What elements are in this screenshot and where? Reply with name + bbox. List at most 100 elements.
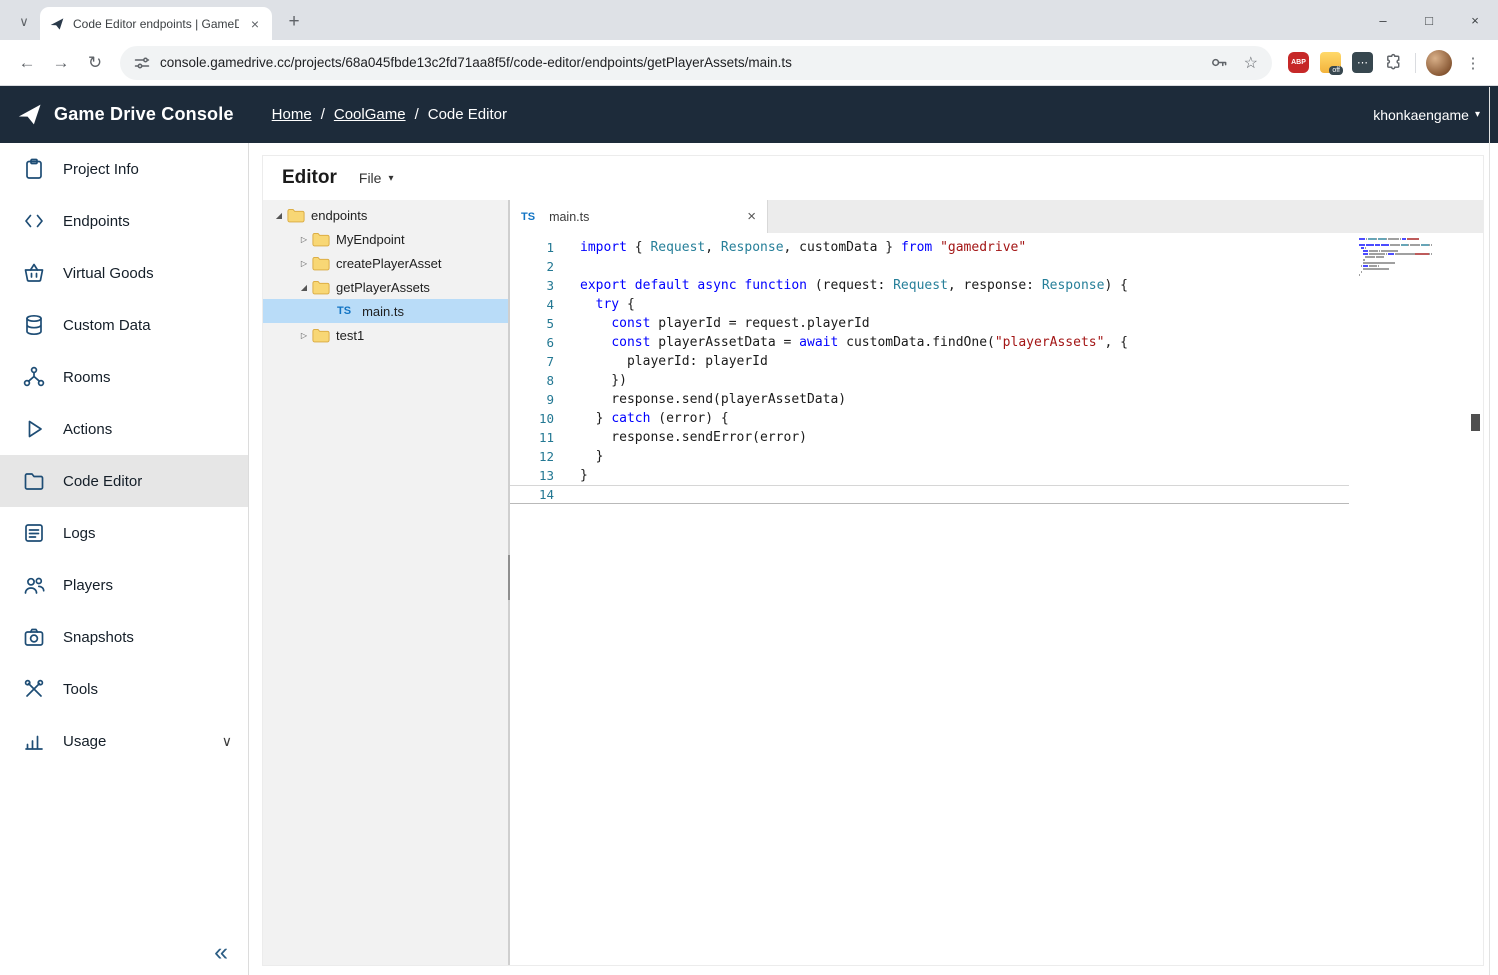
brand[interactable]: Game Drive Console bbox=[16, 101, 234, 128]
basket-icon bbox=[22, 261, 46, 285]
sidebar-item-label: Logs bbox=[63, 525, 96, 542]
tree-item-main-ts[interactable]: TSmain.ts bbox=[263, 299, 508, 323]
tree-item-endpoints[interactable]: ◢ endpoints bbox=[263, 203, 508, 227]
code-line-4[interactable]: 4 try { bbox=[510, 295, 1349, 314]
sidebar-item-tools[interactable]: Tools bbox=[0, 663, 248, 715]
sidebar-item-code-editor[interactable]: Code Editor bbox=[0, 455, 248, 507]
line-number: 3 bbox=[510, 276, 554, 295]
line-number: 1 bbox=[510, 238, 554, 257]
collapse-arrow-icon[interactable]: ◢ bbox=[271, 211, 287, 220]
tree-item-label: createPlayerAsset bbox=[336, 256, 442, 271]
address-bar[interactable]: console.gamedrive.cc/projects/68a045fbde… bbox=[120, 46, 1272, 80]
off-badge: off bbox=[1329, 66, 1343, 75]
bookmark-star-icon[interactable]: ☆ bbox=[1244, 53, 1258, 73]
refresh-button[interactable]: ↻ bbox=[78, 46, 112, 80]
url-text[interactable]: console.gamedrive.cc/projects/68a045fbde… bbox=[160, 55, 1199, 70]
code-line-9[interactable]: 9 response.send(playerAssetData) bbox=[510, 390, 1349, 409]
toolbar-divider bbox=[1415, 53, 1416, 73]
tab-search-button[interactable]: ∨ bbox=[10, 8, 38, 36]
database-icon bbox=[22, 313, 46, 337]
forward-button[interactable]: → bbox=[44, 46, 78, 80]
maximize-window-button[interactable]: □ bbox=[1406, 0, 1452, 40]
minimap[interactable] bbox=[1359, 238, 1465, 280]
close-editor-tab-icon[interactable]: × bbox=[747, 208, 756, 225]
app-body: Project Info Endpoints Virtual Goods Custom… bbox=[0, 143, 1498, 975]
minimize-window-button[interactable]: – bbox=[1360, 0, 1406, 40]
sidebar-item-actions[interactable]: Actions bbox=[0, 403, 248, 455]
sidebar-item-label: Endpoints bbox=[63, 213, 130, 230]
sidebar-item-snapshots[interactable]: Snapshots bbox=[0, 611, 248, 663]
code-line-10[interactable]: 10 } catch (error) { bbox=[510, 409, 1349, 428]
sidebar-item-label: Code Editor bbox=[63, 473, 142, 490]
browser-tab[interactable]: Code Editor endpoints | GameD × bbox=[40, 7, 272, 40]
browser-menu-icon[interactable]: ⋮ bbox=[1458, 46, 1488, 80]
sidebar-item-rooms[interactable]: Rooms bbox=[0, 351, 248, 403]
new-tab-button[interactable]: + bbox=[280, 8, 308, 36]
collapse-sidebar-icon[interactable]: « bbox=[214, 940, 228, 965]
editor-scrollbar[interactable] bbox=[1469, 233, 1483, 965]
code-text: const playerAssetData = await customData… bbox=[554, 333, 1128, 352]
line-number: 13 bbox=[510, 466, 554, 485]
sidebar-item-label: Custom Data bbox=[63, 317, 151, 334]
code-area[interactable]: 1import { Request, Response, customData … bbox=[510, 233, 1483, 965]
adblock-extension-icon[interactable]: ABP bbox=[1288, 52, 1309, 73]
code-text: } bbox=[554, 447, 603, 466]
code-line-6[interactable]: 6 const playerAssetData = await customDa… bbox=[510, 333, 1349, 352]
user-name: khonkaengame bbox=[1373, 107, 1469, 123]
code-line-12[interactable]: 12 } bbox=[510, 447, 1349, 466]
file-menu-button[interactable]: File ▾ bbox=[359, 170, 394, 186]
extensions-puzzle-icon[interactable] bbox=[1384, 53, 1403, 72]
close-tab-icon[interactable]: × bbox=[247, 16, 263, 32]
user-menu[interactable]: khonkaengame ▾ bbox=[1373, 107, 1480, 123]
code-line-2[interactable]: 2 bbox=[510, 257, 1349, 276]
rooms-network-icon bbox=[22, 365, 46, 389]
close-window-button[interactable]: × bbox=[1452, 0, 1498, 40]
brand-name: Game Drive Console bbox=[54, 104, 234, 125]
tree-item-getplayerassets[interactable]: ◢getPlayerAssets bbox=[263, 275, 508, 299]
expand-arrow-icon[interactable]: ▷ bbox=[296, 259, 312, 268]
expand-arrow-icon[interactable]: ▷ bbox=[296, 331, 312, 340]
code-line-1[interactable]: 1import { Request, Response, customData … bbox=[510, 238, 1349, 257]
code-line-5[interactable]: 5 const playerId = request.playerId bbox=[510, 314, 1349, 333]
page-scrollbar[interactable] bbox=[1489, 87, 1490, 975]
omnibox-actions: ☆ bbox=[1209, 53, 1258, 73]
sidebar-item-label: Tools bbox=[63, 681, 98, 698]
tab-main-ts[interactable]: TS main.ts × bbox=[510, 200, 768, 233]
sidebar-item-virtual-goods[interactable]: Virtual Goods bbox=[0, 247, 248, 299]
code-text: const playerId = request.playerId bbox=[554, 314, 870, 333]
folder-icon bbox=[312, 232, 332, 247]
sidebar-item-endpoints[interactable]: Endpoints bbox=[0, 195, 248, 247]
profile-avatar[interactable] bbox=[1426, 50, 1452, 76]
sidebar-item-project-info[interactable]: Project Info bbox=[0, 143, 248, 195]
code-text: playerId: playerId bbox=[554, 352, 768, 371]
password-manager-extension-icon[interactable]: ⋯ bbox=[1352, 52, 1373, 73]
off-extension-icon[interactable]: off bbox=[1320, 52, 1341, 73]
tree-item-myendpoint[interactable]: ▷MyEndpoint bbox=[263, 227, 508, 251]
editor-scrollbar-thumb[interactable] bbox=[1471, 414, 1480, 431]
sidebar-item-custom-data[interactable]: Custom Data bbox=[0, 299, 248, 351]
sidebar-item-logs[interactable]: Logs bbox=[0, 507, 248, 559]
code-line-3[interactable]: 3export default async function (request:… bbox=[510, 276, 1349, 295]
password-key-icon[interactable] bbox=[1209, 53, 1228, 72]
collapse-arrow-icon[interactable]: ◢ bbox=[296, 283, 312, 292]
code-text bbox=[554, 257, 580, 276]
expand-arrow-icon[interactable]: ▷ bbox=[296, 235, 312, 244]
sidebar-item-players[interactable]: Players bbox=[0, 559, 248, 611]
site-info-icon[interactable] bbox=[134, 55, 150, 71]
code-text: } bbox=[554, 466, 588, 485]
tree-item-label: endpoints bbox=[311, 208, 367, 223]
code-line-13[interactable]: 13} bbox=[510, 466, 1349, 485]
code-line-11[interactable]: 11 response.sendError(error) bbox=[510, 428, 1349, 447]
breadcrumb-home[interactable]: Home bbox=[272, 106, 312, 123]
code-line-7[interactable]: 7 playerId: playerId bbox=[510, 352, 1349, 371]
breadcrumb-coolgame[interactable]: CoolGame bbox=[334, 106, 406, 123]
code-line-8[interactable]: 8 }) bbox=[510, 371, 1349, 390]
back-button[interactable]: ← bbox=[10, 46, 44, 80]
tree-item-test1[interactable]: ▷test1 bbox=[263, 323, 508, 347]
sidebar-item-usage[interactable]: Usage∨ bbox=[0, 715, 248, 767]
code-line-14[interactable]: 14 bbox=[510, 485, 1349, 504]
line-number: 2 bbox=[510, 257, 554, 276]
line-number: 7 bbox=[510, 352, 554, 371]
sidebar-item-label: Actions bbox=[63, 421, 112, 438]
tree-item-createplayerasset[interactable]: ▷ createPlayerAsset bbox=[263, 251, 508, 275]
